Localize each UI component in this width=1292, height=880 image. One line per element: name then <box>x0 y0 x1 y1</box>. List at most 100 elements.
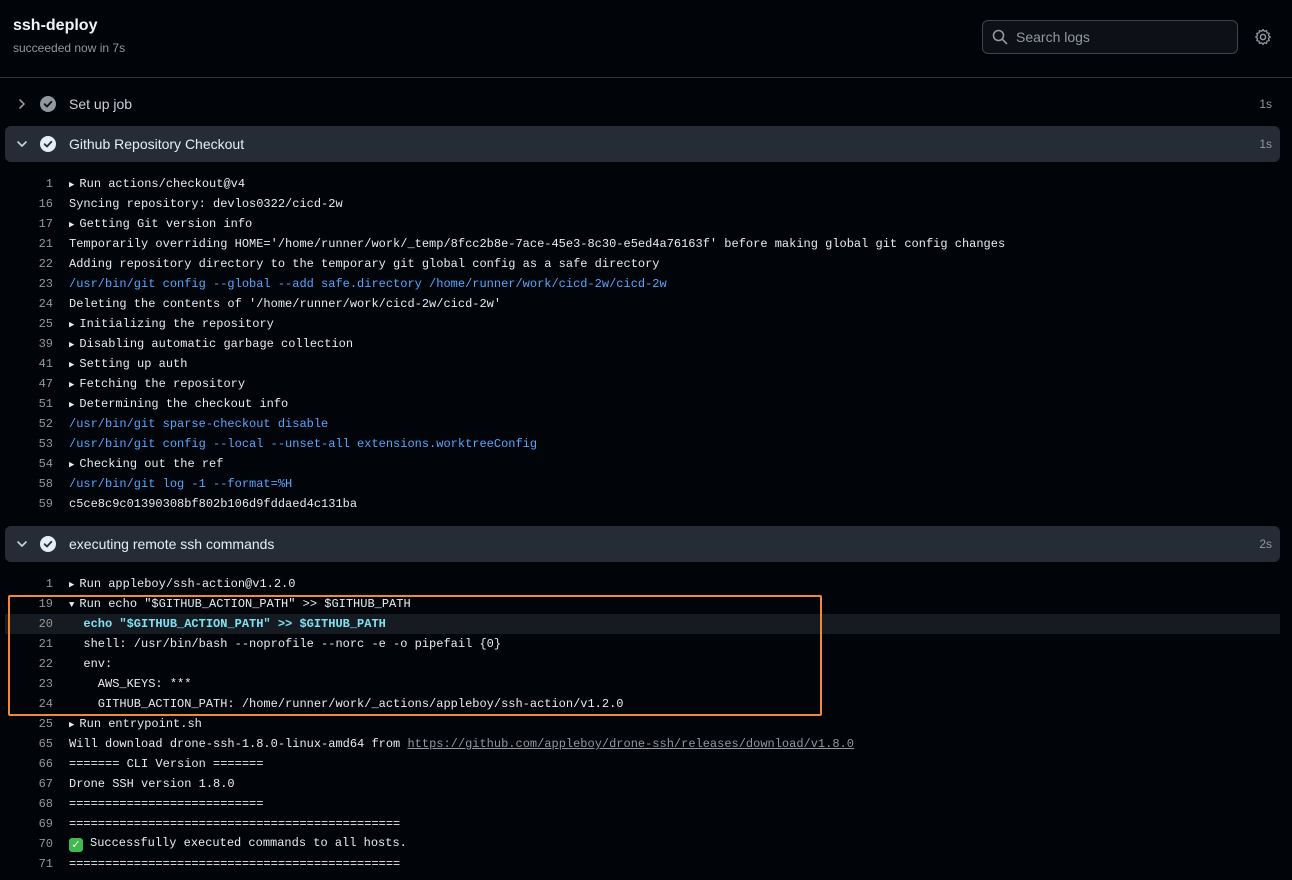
search-icon <box>992 29 1008 45</box>
line-number[interactable]: 47 <box>5 377 53 391</box>
triangle-right-icon[interactable]: ▶ <box>69 380 74 390</box>
log-line[interactable]: 17 ▶ Getting Git version info <box>5 214 1280 234</box>
log-text: /usr/bin/git config --local --unset-all … <box>69 437 537 451</box>
search-logs-input[interactable] <box>1016 29 1216 45</box>
line-number[interactable]: 24 <box>5 297 53 311</box>
log-text-content: =========================== <box>69 797 264 811</box>
log-text: ✓ Successfully executed commands to all h… <box>69 836 407 852</box>
log-line[interactable]: 1 ▶ Run actions/checkout@v4 <box>5 174 1280 194</box>
log-line[interactable]: 51 ▶ Determining the checkout info <box>5 394 1280 414</box>
line-number[interactable]: 69 <box>5 817 53 831</box>
log-text-content: GITHUB_ACTION_PATH: /home/runner/work/_a… <box>69 697 624 711</box>
log-text: Deleting the contents of '/home/runner/w… <box>69 297 501 311</box>
line-number[interactable]: 58 <box>5 477 53 491</box>
line-number[interactable]: 21 <box>5 637 53 651</box>
line-number[interactable]: 19 <box>5 597 53 611</box>
log-text-content: Deleting the contents of '/home/runner/w… <box>69 297 502 311</box>
chevron-right-icon <box>19 99 25 109</box>
triangle-right-icon[interactable]: ▶ <box>69 720 74 730</box>
log-line: 70 ✓ Successfully executed commands to all… <box>5 834 1280 854</box>
line-number[interactable]: 23 <box>5 277 53 291</box>
line-number[interactable]: 22 <box>5 257 53 271</box>
log-line: 68 =========================== <box>5 794 1280 814</box>
log-text-content: AWS_KEYS: *** <box>69 677 192 691</box>
log-text-content: /usr/bin/git config --global --add safe.… <box>69 277 667 291</box>
step-github-repository-checkout[interactable]: Github Repository Checkout 1s <box>5 126 1280 162</box>
log-text: ▶ Checking out the ref <box>69 457 223 471</box>
line-number[interactable]: 66 <box>5 757 53 771</box>
log-line[interactable]: 25 ▶ Initializing the repository <box>5 314 1280 334</box>
log-text-content: Syncing repository: devlos0322/cicd-2w <box>69 197 343 211</box>
log-text-content: Determining the checkout info <box>79 397 289 411</box>
line-number[interactable]: 1 <box>5 177 53 191</box>
log-line: 71 ======================================… <box>5 854 1280 874</box>
triangle-right-icon[interactable]: ▶ <box>69 400 74 410</box>
log-line[interactable]: 25 ▶ Run entrypoint.sh <box>5 714 1280 734</box>
log-line: 59 c5ce8c9c01390308bf802b106d9fddaed4c131… <box>5 494 1280 514</box>
log-line[interactable]: 39 ▶ Disabling automatic garbage collectio… <box>5 334 1280 354</box>
line-number[interactable]: 23 <box>5 677 53 691</box>
triangle-right-icon[interactable]: ▶ <box>69 460 74 470</box>
step-executing-remote-ssh-commands[interactable]: executing remote ssh commands 2s <box>5 526 1280 562</box>
log-text-content: Adding repository directory to the tempo… <box>69 257 660 271</box>
log-text-content: shell: /usr/bin/bash --noprofile --norc … <box>69 637 502 651</box>
log-text-content: Initializing the repository <box>79 317 274 331</box>
triangle-right-icon[interactable]: ▶ <box>69 220 74 230</box>
log-text: /usr/bin/git log -1 --format=%H <box>69 477 292 491</box>
log-text-content: Checking out the ref <box>79 457 224 471</box>
gear-icon[interactable] <box>1254 28 1272 46</box>
log-text: /usr/bin/git config --global --add safe.… <box>69 277 667 291</box>
line-number[interactable]: 52 <box>5 417 53 431</box>
line-number[interactable]: 70 <box>5 837 53 851</box>
log-text: Temporarily overriding HOME='/home/runne… <box>69 237 1005 251</box>
line-number[interactable]: 24 <box>5 697 53 711</box>
log-line[interactable]: 54 ▶ Checking out the ref <box>5 454 1280 474</box>
log-line[interactable]: 1 ▶ Run appleboy/ssh-action@v1.2.0 <box>5 574 1280 594</box>
line-number[interactable]: 54 <box>5 457 53 471</box>
log-text: ▶ Getting Git version info <box>69 217 252 231</box>
line-number[interactable]: 65 <box>5 737 53 751</box>
log-line[interactable]: 47 ▶ Fetching the repository <box>5 374 1280 394</box>
log-line: 58/usr/bin/git log -1 --format=%H <box>5 474 1280 494</box>
log-line: 69 ======================================… <box>5 814 1280 834</box>
step-set-up-job[interactable]: Set up job 1s <box>5 86 1280 122</box>
job-header: ssh-deploy succeeded now in 7s <box>0 0 1292 78</box>
line-number[interactable]: 25 <box>5 317 53 331</box>
check-circle-icon <box>40 136 56 152</box>
line-number[interactable]: 21 <box>5 237 53 251</box>
search-logs-box[interactable] <box>982 20 1238 54</box>
line-number[interactable]: 16 <box>5 197 53 211</box>
download-link[interactable]: https://github.com/appleboy/drone-ssh/re… <box>407 737 853 751</box>
line-number[interactable]: 68 <box>5 797 53 811</box>
line-number[interactable]: 51 <box>5 397 53 411</box>
triangle-right-icon[interactable]: ▶ <box>69 340 74 350</box>
line-number[interactable]: 22 <box>5 657 53 671</box>
log-text: env: <box>69 657 112 671</box>
line-number[interactable]: 20 <box>5 617 53 631</box>
line-number[interactable]: 59 <box>5 497 53 511</box>
triangle-right-icon[interactable]: ▶ <box>69 360 74 370</box>
triangle-down-icon[interactable]: ▼ <box>69 600 74 610</box>
triangle-right-icon[interactable]: ▶ <box>69 320 74 330</box>
line-number[interactable]: 17 <box>5 217 53 231</box>
line-number[interactable]: 53 <box>5 437 53 451</box>
log-line[interactable]: 19 ▼ Run echo "$GITHUB_ACTION_PATH" >> $GI… <box>5 594 1280 614</box>
triangle-right-icon[interactable]: ▶ <box>69 580 74 590</box>
line-number[interactable]: 41 <box>5 357 53 371</box>
job-status: succeeded now in 7s <box>13 41 126 55</box>
log-text: Drone SSH version 1.8.0 <box>69 777 235 791</box>
line-number[interactable]: 67 <box>5 777 53 791</box>
log-text-content: Run appleboy/ssh-action@v1.2.0 <box>79 577 296 591</box>
line-number[interactable]: 25 <box>5 717 53 731</box>
line-number[interactable]: 1 <box>5 577 53 591</box>
log-line: 24 GITHUB_ACTION_PATH: /home/runner/work… <box>5 694 1280 714</box>
log-line[interactable]: 41 ▶ Setting up auth <box>5 354 1280 374</box>
line-number[interactable]: 71 <box>5 857 53 871</box>
log-text-content: c5ce8c9c01390308bf802b106d9fddaed4c131ba <box>69 497 358 511</box>
line-number[interactable]: 39 <box>5 337 53 351</box>
step-name: executing remote ssh commands <box>69 536 275 552</box>
log-line: 21 Temporarily overriding HOME='/home/run… <box>5 234 1280 254</box>
log-line: 21 shell: /usr/bin/bash --noprofile --no… <box>5 634 1280 654</box>
log-text-content: Fetching the repository <box>79 377 246 391</box>
triangle-right-icon[interactable]: ▶ <box>69 180 74 190</box>
